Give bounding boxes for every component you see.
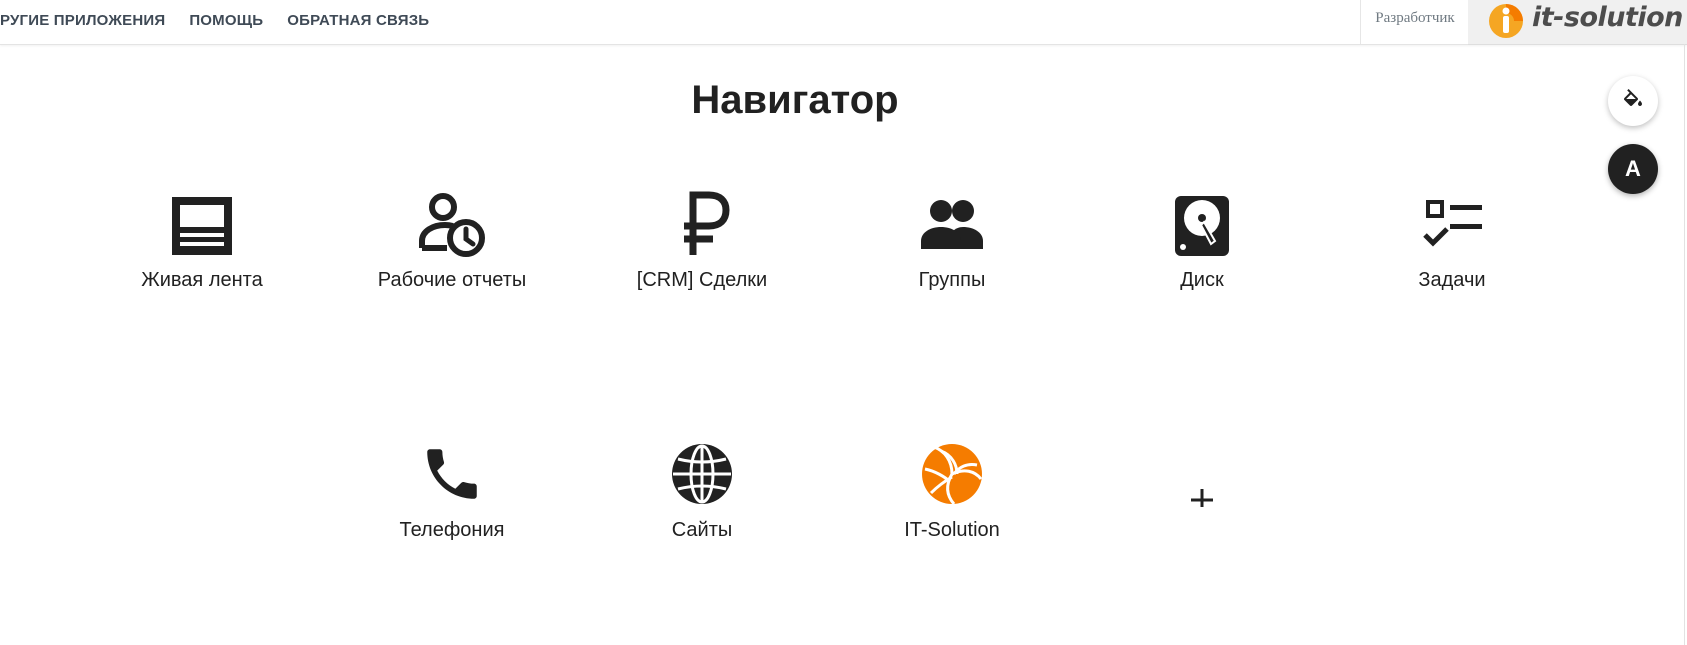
theme-button[interactable]	[1608, 76, 1658, 126]
tile-it-solution[interactable]: IT-Solution	[842, 441, 1062, 571]
tile-groups[interactable]: Группы	[842, 191, 1062, 321]
tile-work-reports[interactable]: Рабочие отчеты	[342, 191, 562, 321]
tile-tasks[interactable]: Задачи	[1342, 191, 1562, 321]
tile-live-feed[interactable]: Живая лента	[92, 191, 312, 321]
tile-label: [CRM] Сделки	[636, 269, 768, 291]
volleyball-icon	[919, 441, 985, 507]
tile-telephony[interactable]: Телефония	[342, 441, 562, 571]
tile-label: Живая лента	[141, 269, 263, 291]
people-icon	[919, 191, 985, 257]
user-clock-icon	[419, 191, 485, 257]
tile-label: Группы	[918, 269, 986, 291]
scrollbar-track	[1684, 44, 1685, 645]
top-navigation: РУГИЕ ПРИЛОЖЕНИЯ ПОМОЩЬ ОБРАТНАЯ СВЯЗЬ	[0, 0, 453, 40]
tile-sites[interactable]: Сайты	[592, 441, 812, 571]
ruble-icon	[669, 191, 735, 257]
tile-label: Сайты	[671, 519, 733, 541]
newspaper-icon	[169, 191, 235, 257]
top-bar: РУГИЕ ПРИЛОЖЕНИЯ ПОМОЩЬ ОБРАТНАЯ СВЯЗЬ Р…	[0, 0, 1687, 45]
tile-label: Диск	[1180, 269, 1224, 291]
user-avatar-button[interactable]: A	[1608, 144, 1658, 194]
brand-logo[interactable]: it-solution	[1468, 0, 1687, 45]
harddisk-icon	[1169, 191, 1235, 257]
developer-link[interactable]: Разработчик	[1360, 0, 1469, 44]
brand-logo-icon	[1486, 1, 1526, 46]
tile-crm-deals[interactable]: [CRM] Сделки	[592, 191, 812, 321]
tile-label: Телефония	[399, 519, 505, 541]
phone-icon	[419, 441, 485, 507]
tile-label: IT-Solution	[904, 519, 1000, 541]
page-title: Навигатор	[691, 78, 899, 122]
tile-label: Рабочие отчеты	[377, 269, 527, 291]
tile-disk[interactable]: Диск	[1092, 191, 1312, 321]
globe-icon	[669, 441, 735, 507]
checklist-icon	[1419, 191, 1485, 257]
nav-link-other-apps[interactable]: РУГИЕ ПРИЛОЖЕНИЯ	[0, 12, 165, 29]
nav-link-feedback[interactable]: ОБРАТНАЯ СВЯЗЬ	[287, 12, 429, 29]
brand-logo-text: it-solution	[1532, 2, 1683, 33]
add-tile-button[interactable]	[1092, 441, 1312, 571]
plus-icon	[1169, 441, 1235, 511]
tile-label: Задачи	[1418, 269, 1486, 291]
nav-link-help[interactable]: ПОМОЩЬ	[189, 12, 263, 29]
